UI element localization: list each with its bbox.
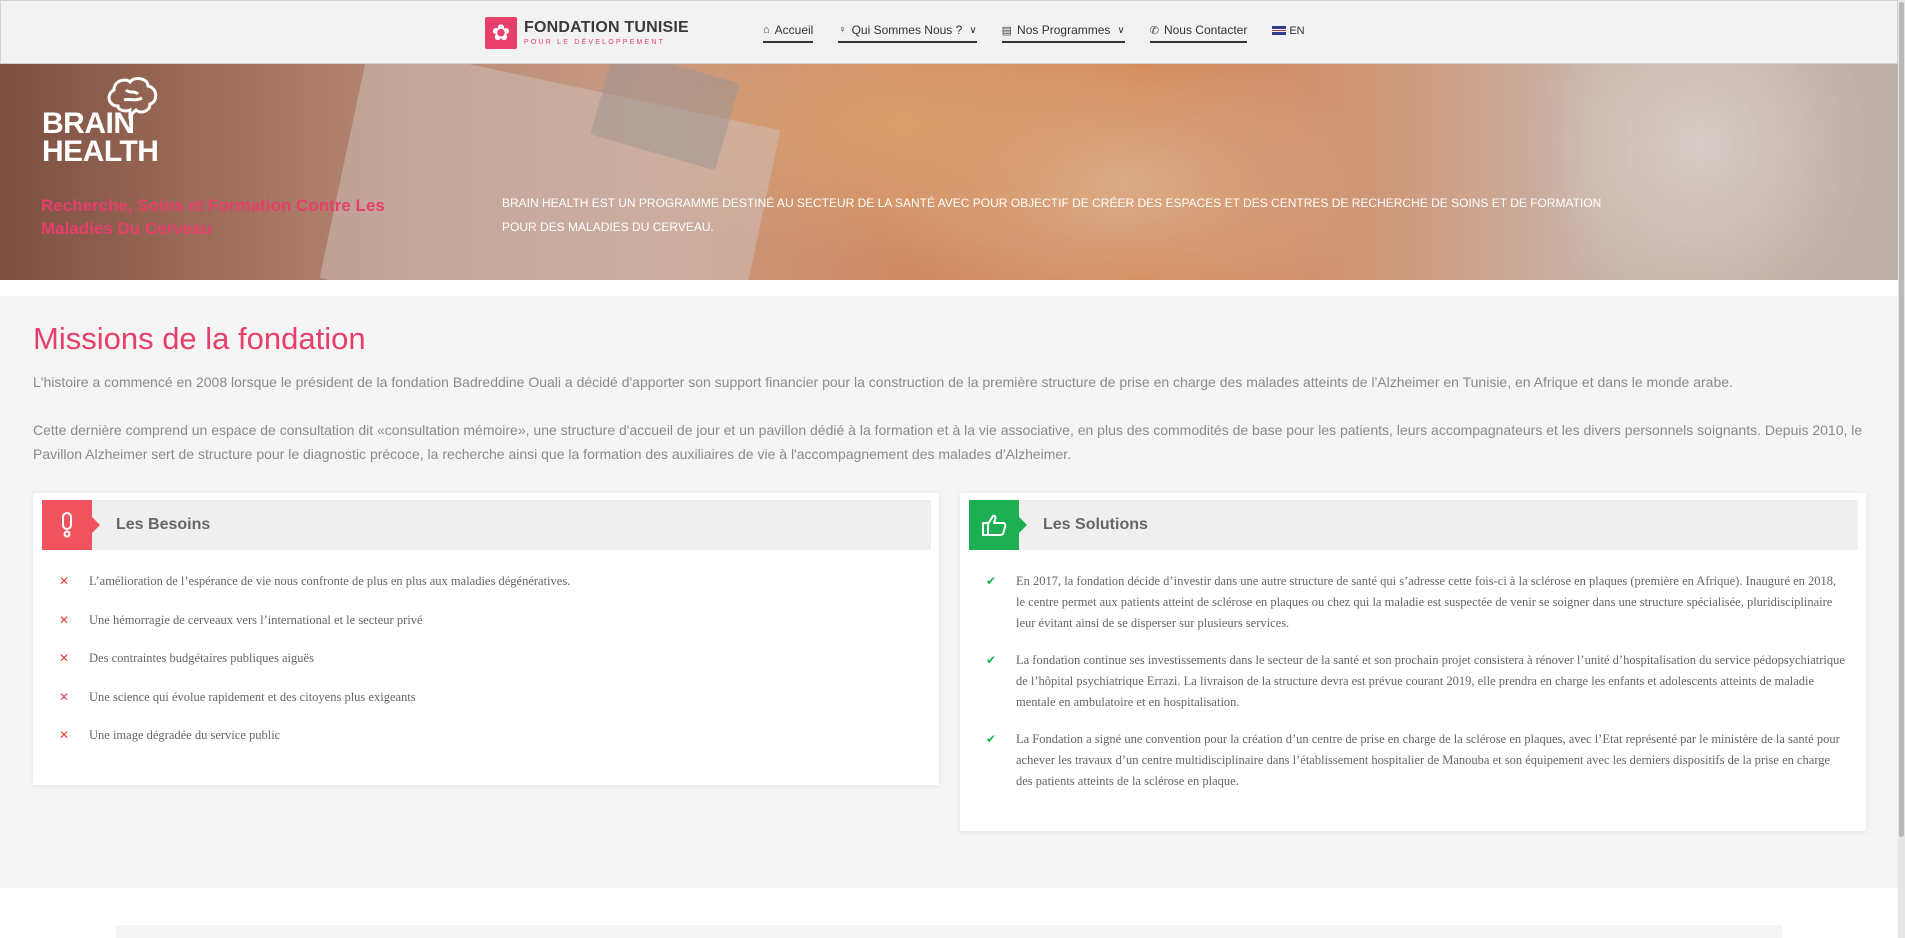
flower-icon: ✿	[485, 17, 517, 49]
hero-description: BRAIN HEALTH EST UN PROGRAMME DESTINÉ AU…	[502, 196, 1602, 234]
scrollbar[interactable]	[1898, 0, 1905, 938]
logo-line-brain: BRAIN	[42, 107, 135, 140]
logo-line-health: HEALTH	[42, 135, 159, 168]
nav-nous-contacter[interactable]: ✆ Nous Contacter	[1149, 23, 1248, 43]
nav-qui-sommes-nous[interactable]: ♀ Qui Sommes Nous ? ∨	[838, 23, 977, 43]
logo-subtitle: POUR LE DÉVELOPPEMENT	[524, 39, 666, 46]
nav-label: Accueil	[774, 23, 814, 37]
language-switcher[interactable]: EN	[1272, 24, 1305, 37]
solutions-header: Les Solutions	[969, 500, 1858, 550]
home-icon: ⌂	[763, 24, 770, 36]
chevron-down-icon: ∨	[1117, 24, 1125, 36]
besoins-title: Les Besoins	[116, 516, 211, 533]
missions-paragraph-1: L'histoire a commencé en 2008 lorsque le…	[33, 374, 1733, 390]
chevron-down-icon: ∨	[969, 24, 977, 36]
check-icon: ✔	[985, 653, 997, 667]
main-nav: ⌂ Accueil ♀ Qui Sommes Nous ? ∨ ▤ Nos Pr…	[763, 23, 1305, 43]
phone-icon: ✆	[1149, 24, 1159, 37]
check-icon: ✔	[985, 574, 997, 588]
close-icon: ✕	[58, 728, 70, 742]
list-item: ✕ Une science qui évolue rapidement et de…	[33, 687, 939, 708]
list-item: ✕ Une hémorragie de cerveaux vers l’inter…	[33, 610, 939, 631]
list-item: ✕ Une image dégradée du service public	[33, 725, 939, 746]
list-item: ✔ La Fondation a signé une convention pou…	[960, 729, 1866, 792]
logo-title: FONDATION TUNISIE	[524, 19, 689, 36]
solutions-card: Les Solutions ✔ En 2017, la fondation déc…	[960, 493, 1866, 831]
close-icon: ✕	[58, 651, 70, 665]
list-item: ✔ La fondation continue ses investissemen…	[960, 650, 1866, 713]
list-item: ✔ En 2017, la fondation décide d’investir…	[960, 571, 1866, 634]
nav-label: Nos Programmes	[1017, 23, 1111, 37]
hero-banner: BRAIN HEALTH Recherche, Soins et Formati…	[0, 64, 1898, 280]
exclamation-icon	[42, 500, 100, 550]
nav-nos-programmes[interactable]: ▤ Nos Programmes ∨	[1001, 23, 1125, 43]
solutions-list: ✔ En 2017, la fondation décide d’investir…	[960, 571, 1866, 808]
nav-label: Qui Sommes Nous ?	[851, 23, 963, 37]
list-item: ✕ Des contraintes budgétaires publiques a…	[33, 648, 939, 669]
site-header: ✿ FONDATION TUNISIE POUR LE DÉVELOPPEMEN…	[0, 0, 1898, 64]
besoins-header: Les Besoins	[42, 500, 931, 550]
language-label: EN	[1289, 24, 1305, 37]
list-item: ✕ L’amélioration de l’espérance de vie no…	[33, 571, 939, 592]
hero-tagline: Recherche, Soins et Formation Contre Les…	[41, 196, 385, 238]
list-icon: ▤	[1001, 24, 1013, 37]
close-icon: ✕	[58, 574, 70, 588]
missions-title: Missions de la fondation	[33, 321, 366, 356]
thumbs-up-icon	[969, 500, 1027, 550]
solutions-title: Les Solutions	[1043, 516, 1148, 533]
check-icon: ✔	[985, 732, 997, 746]
besoins-list: ✕ L’amélioration de l’espérance de vie no…	[33, 571, 939, 764]
nav-accueil[interactable]: ⌂ Accueil	[763, 23, 814, 43]
footer-block	[116, 925, 1782, 938]
close-icon: ✕	[58, 612, 70, 627]
site-logo[interactable]: ✿ FONDATION TUNISIE POUR LE DÉVELOPPEMEN…	[485, 17, 689, 49]
besoins-card: Les Besoins ✕ L’amélioration de l’espéran…	[33, 493, 939, 785]
nav-label: Nous Contacter	[1163, 23, 1248, 37]
close-icon: ✕	[58, 689, 70, 704]
missions-paragraph-2: Cette dernière comprend un espace de con…	[33, 422, 1863, 462]
uk-flag-icon	[1272, 26, 1287, 35]
scrollbar-thumb[interactable]	[1899, 2, 1904, 837]
bulb-icon: ♀	[838, 24, 847, 36]
